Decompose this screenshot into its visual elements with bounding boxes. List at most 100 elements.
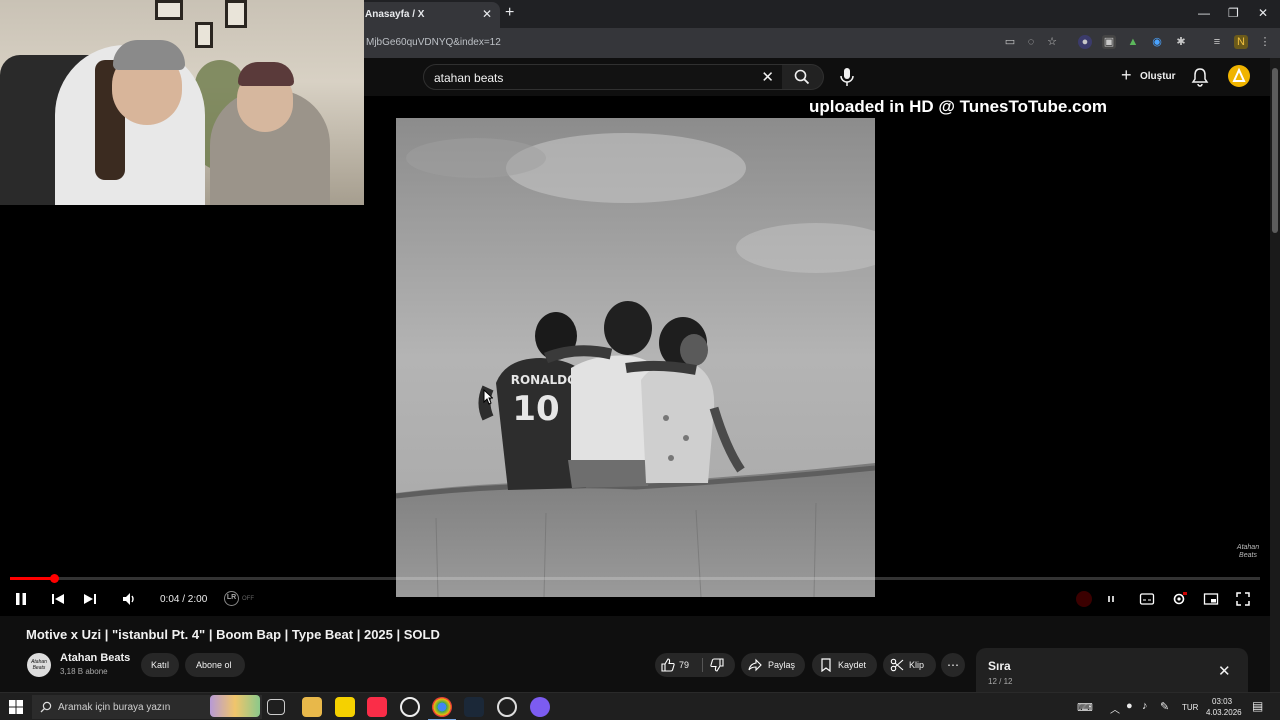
keyboard-icon[interactable]: ⌨ [1077, 701, 1093, 714]
taskbar-time[interactable]: 03:03 [1212, 697, 1232, 706]
autoplay-toggle-icon[interactable] [1103, 591, 1119, 607]
subscribe-label: Abone ol [196, 660, 232, 670]
scrubber-handle[interactable] [49, 574, 59, 583]
guest-cap [238, 62, 294, 86]
channel-avatar[interactable]: Atahan Beats [27, 653, 51, 677]
clear-search-icon[interactable]: ✕ [761, 68, 774, 86]
chrome-icon[interactable] [432, 697, 452, 717]
thumbs-down-icon[interactable] [710, 658, 724, 672]
channel-watermark-logo: Atahan Beats [1236, 544, 1260, 559]
file-explorer-icon[interactable] [302, 697, 322, 717]
jersey-name: RONALDO [511, 373, 578, 387]
streamer-cap [113, 40, 185, 70]
browser-menu-icon[interactable]: ⋮ [1258, 35, 1272, 49]
tracking-off-icon[interactable]: ◌ [1024, 35, 1038, 49]
lr-toggle[interactable]: LR [224, 591, 239, 606]
save-label: Kaydet [838, 660, 867, 670]
new-tab-button[interactable]: + [505, 4, 514, 22]
task-view-icon[interactable] [267, 699, 285, 715]
share-label: Paylaş [768, 660, 796, 670]
miniplayer-icon[interactable] [1203, 591, 1219, 607]
queue-count: 12 / 12 [988, 677, 1013, 686]
microphone-icon[interactable] [836, 65, 858, 89]
extension-icon[interactable]: ▲ [1126, 35, 1140, 49]
chatgpt-icon[interactable] [400, 697, 420, 717]
search-icon [40, 701, 52, 713]
video-artwork: RONALDO 10 [396, 118, 875, 597]
search-button[interactable] [782, 64, 824, 90]
page-scrollbar[interactable] [1270, 58, 1280, 692]
share-button[interactable]: Paylaş [741, 653, 805, 677]
fullscreen-icon[interactable] [1235, 591, 1251, 607]
settings-gear-icon[interactable] [1171, 591, 1187, 607]
like-count: 79 [679, 660, 690, 670]
restore-button[interactable]: ❐ [1228, 6, 1239, 20]
windows-taskbar: Aramak için buraya yazın ⌨ ︿ ● ♪ ✎ TUR 0… [0, 692, 1280, 720]
pen-icon[interactable]: ✎ [1160, 700, 1169, 713]
sticky-notes-icon[interactable] [335, 697, 355, 717]
create-button[interactable]: + Oluştur [1117, 64, 1179, 90]
minimize-button[interactable]: — [1198, 6, 1210, 20]
more-actions-button[interactable]: ⋯ [941, 653, 965, 677]
next-icon[interactable] [82, 591, 98, 607]
scrollbar-thumb[interactable] [1272, 68, 1278, 233]
volume-icon[interactable] [121, 591, 137, 607]
subscribe-button[interactable]: Abone ol [185, 653, 245, 677]
language-indicator[interactable]: TUR [1182, 703, 1198, 712]
media-control-icon[interactable]: ≡ [1210, 35, 1224, 49]
address-url[interactable]: MjbGe60quVDNYQ&index=12 [366, 37, 501, 48]
bookmark-star-icon[interactable]: ☆ [1045, 35, 1059, 49]
time-display: 0:04 / 2:00 [160, 594, 208, 605]
clip-label: Klip [909, 660, 925, 670]
app-icon[interactable] [497, 697, 517, 717]
like-button[interactable]: 79 [655, 653, 701, 677]
search-highlight-image [210, 695, 260, 717]
tray-expand-icon[interactable]: ︿ [1110, 701, 1120, 716]
search-icon [794, 69, 810, 85]
scissors-icon [890, 658, 904, 672]
steam-icon[interactable] [464, 697, 484, 717]
join-button[interactable]: Katıl [141, 653, 179, 677]
cast-icon[interactable]: ▭ [1003, 35, 1017, 49]
microphone-icon[interactable]: ● [1126, 700, 1133, 712]
tab-close-icon[interactable]: ✕ [482, 7, 492, 21]
channel-name[interactable]: Atahan Beats [60, 652, 130, 664]
pause-icon[interactable] [13, 591, 29, 607]
volume-icon[interactable]: ♪ [1142, 700, 1148, 712]
queue-panel[interactable]: Sıra 12 / 12 ✕ [976, 648, 1248, 693]
wall-picture [225, 0, 247, 28]
queue-close-icon[interactable]: ✕ [1218, 662, 1231, 680]
save-button[interactable]: Kaydet [812, 653, 877, 677]
notifications-bell-icon[interactable] [1191, 67, 1209, 87]
close-window-button[interactable]: ✕ [1258, 6, 1268, 20]
search-input[interactable]: atahan beats [434, 71, 503, 85]
progress-played [10, 577, 54, 580]
extension-icon[interactable]: ◉ [1150, 35, 1164, 49]
previous-icon[interactable] [50, 591, 66, 607]
notifications-icon[interactable]: ▤ [1252, 699, 1263, 713]
plus-icon: + [1121, 65, 1132, 85]
wall-picture [155, 0, 183, 20]
extension-icon[interactable]: ● [1078, 35, 1092, 49]
like-divider [702, 658, 703, 672]
extension-icon[interactable]: ▣ [1102, 35, 1116, 49]
browser-tab[interactable]: Anasayfa / X ✕ [355, 2, 500, 28]
progress-bar[interactable] [10, 574, 1260, 583]
extensions-puzzle-icon[interactable]: ✱ [1174, 35, 1188, 49]
video-watermark: uploaded in HD @ TunesToTube.com [809, 97, 1108, 116]
subtitles-icon[interactable] [1139, 591, 1155, 607]
subscriber-count: 3,18 B abone [60, 667, 108, 676]
windows-start-icon[interactable] [9, 700, 23, 714]
jersey-number: 10 [512, 389, 559, 429]
clip-button[interactable]: Klip [883, 653, 936, 677]
bookmark-icon [821, 658, 831, 672]
like-dislike-group: 79 [655, 653, 735, 677]
taskbar-date[interactable]: 4.03.2026 [1206, 708, 1242, 717]
profile-icon[interactable]: N [1234, 35, 1248, 49]
search-box[interactable]: atahan beats ✕ [423, 64, 783, 90]
queue-title: Sıra [988, 659, 1011, 673]
discord-icon[interactable] [530, 697, 550, 717]
share-icon [748, 658, 762, 672]
account-avatar[interactable] [1228, 65, 1250, 87]
music-app-icon[interactable] [367, 697, 387, 717]
